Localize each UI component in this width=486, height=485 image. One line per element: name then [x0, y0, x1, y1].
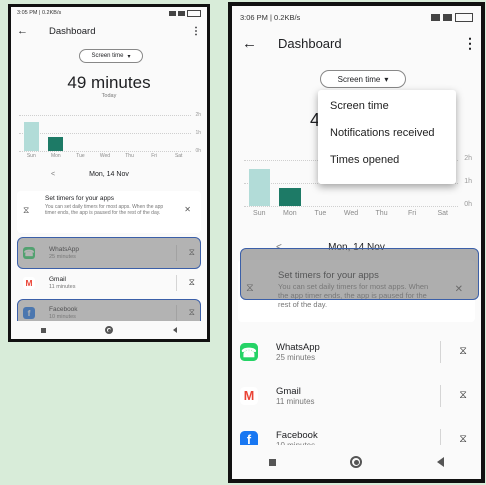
divider: [176, 274, 177, 292]
app-row-gmail[interactable]: M Gmail 11 minutes ⧖: [232, 378, 481, 414]
status-time: 3:06 PM | 0.2KB/s: [240, 12, 301, 22]
highlight-box: [17, 237, 201, 269]
current-date: Mon, 14 Nov: [89, 171, 129, 178]
metric-selector-label: Screen time: [337, 74, 381, 84]
chart-gridline-label: 2h: [195, 111, 201, 118]
menu-item-times-opened[interactable]: Times opened: [330, 154, 399, 166]
chart-day-label[interactable]: Wed: [93, 153, 118, 159]
app-name: Gmail: [49, 275, 66, 283]
back-icon[interactable]: ←: [17, 25, 28, 37]
metric-selector[interactable]: Screen time ▾: [320, 70, 406, 88]
app-timer-button[interactable]: ⧖: [459, 345, 467, 358]
chart-day-label[interactable]: Tue: [305, 210, 336, 217]
menu-item-notifications-received[interactable]: Notifications received: [330, 127, 435, 139]
divider: [440, 385, 441, 407]
chart-bar-mon[interactable]: [48, 136, 64, 151]
status-icons: [431, 12, 473, 22]
app-timer-button[interactable]: ⧖: [189, 277, 195, 288]
chart-bar-sun[interactable]: [248, 169, 270, 206]
status-icons: [169, 9, 201, 17]
chart-bar-sun[interactable]: [23, 122, 39, 151]
page-title: Dashboard: [278, 35, 342, 51]
app-name: WhatsApp: [276, 341, 320, 353]
summary-subtitle: Today: [101, 93, 117, 99]
date-navigator: < Mon, 14 Nov: [11, 171, 207, 183]
chart-day-label[interactable]: Sat: [166, 153, 191, 159]
app-name: Facebook: [276, 429, 318, 441]
timer-card-body: You can set daily timers for most apps. …: [45, 204, 164, 216]
chart-day-label[interactable]: Sun: [244, 210, 275, 217]
chart-gridline: [19, 115, 191, 116]
top-app-bar: ← Dashboard ⋮: [232, 30, 481, 56]
chart-day-label[interactable]: Tue: [68, 153, 93, 159]
back-nav-button[interactable]: [173, 327, 178, 333]
chart-gridline-label: 2h: [464, 155, 472, 163]
chevron-down-icon: ▾: [384, 74, 389, 84]
divider: [440, 341, 441, 363]
status-bar: 3:05 PM | 0.2KB/s: [11, 7, 207, 19]
chart-gridline-label: 0h: [464, 201, 472, 209]
chart-day-label[interactable]: Thu: [117, 153, 142, 159]
app-row-whatsapp[interactable]: ☎ WhatsApp25 minutes ⧖: [232, 334, 481, 370]
more-vert-icon[interactable]: ⋮: [463, 35, 477, 52]
gmail-icon: M: [23, 277, 35, 289]
timer-card: ⧖ Set timers for your apps You can set d…: [17, 191, 201, 233]
system-nav-bar: [11, 321, 207, 339]
chart-gridline-label: 1h: [464, 178, 472, 186]
close-icon[interactable]: ✕: [184, 205, 191, 214]
chart-gridline-label: 1h: [195, 129, 201, 136]
chart-day-labels: Sun Mon Tue Wed Thu Fri Sat: [244, 210, 472, 220]
metric-selector-label: Screen time: [91, 53, 124, 59]
chart-gridline: [244, 206, 458, 207]
app-timer-button[interactable]: ⧖: [459, 433, 467, 446]
chart-day-label[interactable]: Fri: [397, 210, 428, 217]
back-icon[interactable]: ←: [242, 35, 257, 52]
system-nav-bar: [232, 445, 481, 479]
app-row-gmail[interactable]: M Gmail 11 minutes ⧖: [11, 269, 207, 297]
hourglass-icon: ⧖: [23, 205, 30, 215]
metric-selector[interactable]: Screen time ▾: [79, 49, 143, 63]
chart-day-label[interactable]: Thu: [366, 210, 397, 217]
chevron-down-icon: ▾: [127, 53, 131, 60]
chart-gridline: [19, 151, 191, 152]
highlight-box: [240, 248, 479, 300]
chart-day-label[interactable]: Sat: [427, 210, 458, 217]
chart-day-label[interactable]: Wed: [336, 210, 367, 217]
more-vert-icon[interactable]: ⋮: [191, 26, 201, 37]
chart-day-label[interactable]: Mon: [44, 153, 69, 159]
whatsapp-icon: ☎: [240, 343, 258, 361]
back-nav-button[interactable]: [436, 457, 444, 467]
summary-value: 49 minutes: [67, 73, 151, 92]
app-name: Gmail: [276, 385, 301, 397]
gmail-icon: M: [240, 387, 258, 405]
home-button[interactable]: [105, 326, 114, 334]
home-button[interactable]: [350, 456, 363, 468]
dropdown-menu: Screen time Notifications received Times…: [318, 90, 456, 184]
app-timer-button[interactable]: ⧖: [459, 389, 467, 402]
chart-day-label[interactable]: Mon: [275, 210, 306, 217]
app-usage-time: 11 minutes: [49, 284, 76, 290]
chart-bar-mon[interactable]: [279, 187, 301, 206]
small-phone-screen: 3:05 PM | 0.2KB/s ← Dashboard ⋮ Screen t…: [8, 4, 210, 342]
chart-day-label[interactable]: Fri: [142, 153, 167, 159]
large-phone-screen: 3:06 PM | 0.2KB/s ← Dashboard ⋮ Screen t…: [228, 2, 485, 483]
page-title: Dashboard: [49, 25, 96, 37]
app-usage-time: 25 minutes: [276, 353, 316, 362]
recents-button[interactable]: [269, 458, 277, 466]
timer-card-title: Set timers for your apps: [45, 195, 114, 202]
top-app-bar: ← Dashboard ⋮: [11, 21, 207, 41]
app-usage-time: 11 minutes: [276, 397, 315, 406]
status-bar: 3:06 PM | 0.2KB/s: [232, 6, 481, 28]
chart-gridline: [19, 133, 191, 134]
chart-day-labels: Sun Mon Tue Wed Thu Fri Sat: [19, 153, 201, 161]
chart-day-label[interactable]: Sun: [19, 153, 44, 159]
recents-button[interactable]: [40, 327, 46, 333]
menu-item-screen-time[interactable]: Screen time: [330, 100, 389, 112]
status-time: 3:05 PM | 0.2KB/s: [17, 10, 62, 16]
usage-chart: 2h 1h 0h: [19, 111, 201, 154]
